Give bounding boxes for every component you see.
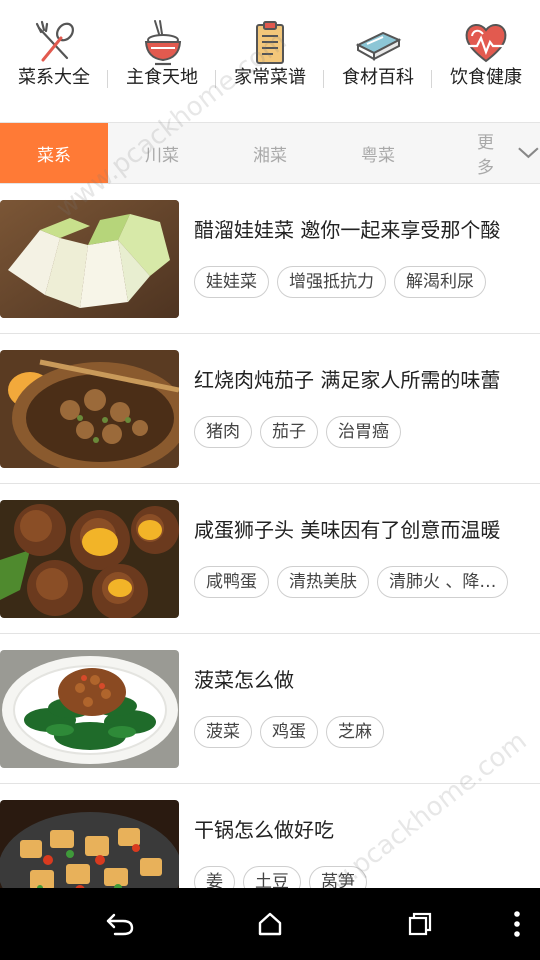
nav-recents-button[interactable] xyxy=(400,906,440,942)
overflow-menu-icon xyxy=(514,911,520,937)
recipe-title: 醋溜娃娃菜 邀你一起来享受那个酸 xyxy=(194,218,501,242)
recipe-title: 红烧肉炖茄子 满足家人所需的味蕾 xyxy=(194,368,501,392)
recipe-item[interactable]: 红烧肉炖茄子 满足家人所需的味蕾 猪肉 茄子 治胃癌 xyxy=(0,334,540,484)
fork-spoon-icon xyxy=(35,20,74,62)
recipe-thumbnail xyxy=(0,500,179,618)
recipe-tag[interactable]: 芝麻 xyxy=(326,716,384,748)
recipe-tag[interactable]: 娃娃菜 xyxy=(194,266,269,298)
recipe-tag[interactable]: 增强抵抗力 xyxy=(277,266,386,298)
book-icon xyxy=(355,31,402,61)
recipe-tag[interactable]: 治胃癌 xyxy=(326,416,401,448)
recipe-item[interactable]: 咸蛋狮子头 美味因有了创意而温暖 咸鸭蛋 清热美肤 清肺火 、降… xyxy=(0,484,540,634)
system-nav-bar xyxy=(0,888,540,960)
tab-hunan[interactable]: 湘菜 xyxy=(216,123,324,183)
category-label: 饮食健康 xyxy=(450,67,522,88)
recipe-tag[interactable]: 猪肉 xyxy=(194,416,252,448)
category-label: 食材百科 xyxy=(342,67,414,88)
recipe-tag[interactable]: 解渴利尿 xyxy=(394,266,486,298)
category-home-recipes[interactable]: 家常菜谱 xyxy=(216,0,324,122)
recipe-tag[interactable]: 鸡蛋 xyxy=(260,716,318,748)
recipe-list: 醋溜娃娃菜 邀你一起来享受那个酸 娃娃菜 增强抵抗力 解渴利尿 红烧肉炖茄子 满… xyxy=(0,184,540,934)
tab-cantonese[interactable]: 粤菜 xyxy=(324,123,432,183)
tab-cuisine[interactable]: 菜系 xyxy=(0,123,108,183)
recipe-tags: 猪肉 茄子 治胃癌 xyxy=(194,416,526,448)
recipe-thumbnail xyxy=(0,350,179,468)
tab-more[interactable]: 更多 xyxy=(432,123,540,183)
recipe-tag[interactable]: 咸鸭蛋 xyxy=(194,566,269,598)
recipe-thumbnail xyxy=(0,200,179,318)
nav-home-button[interactable] xyxy=(250,906,290,942)
recipe-tag[interactable]: 清肺火 、降… xyxy=(377,566,509,598)
tab-sichuan[interactable]: 川菜 xyxy=(108,123,216,183)
recipe-thumbnail xyxy=(0,650,179,768)
chevron-down-icon xyxy=(518,147,539,159)
recipe-tag[interactable]: 菠菜 xyxy=(194,716,252,748)
category-label: 菜系大全 xyxy=(18,67,90,88)
category-label: 主食天地 xyxy=(126,67,198,88)
category-staple[interactable]: 主食天地 xyxy=(108,0,216,122)
back-icon xyxy=(106,913,134,936)
recipe-tags: 咸鸭蛋 清热美肤 清肺火 、降… xyxy=(194,566,526,598)
category-label: 家常菜谱 xyxy=(234,67,306,88)
nav-menu-button[interactable] xyxy=(497,906,537,942)
recipe-tag[interactable]: 茄子 xyxy=(260,416,318,448)
recipe-title: 咸蛋狮子头 美味因有了创意而温暖 xyxy=(194,518,501,542)
heart-pulse-icon xyxy=(465,24,507,63)
recipe-title: 干锅怎么做好吃 xyxy=(194,818,334,842)
recipe-tags: 娃娃菜 增强抵抗力 解渴利尿 xyxy=(194,266,526,298)
category-health[interactable]: 饮食健康 xyxy=(432,0,540,122)
home-icon xyxy=(258,912,282,936)
recipe-tag[interactable]: 清热美肤 xyxy=(277,566,369,598)
recipe-item[interactable]: 醋溜娃娃菜 邀你一起来享受那个酸 娃娃菜 增强抵抗力 解渴利尿 xyxy=(0,184,540,334)
recipe-title: 菠菜怎么做 xyxy=(194,668,294,692)
recipe-clipboard-icon xyxy=(256,21,284,64)
tab-more-label: 更多 xyxy=(477,133,494,178)
rice-bowl-icon xyxy=(144,20,182,66)
recents-icon xyxy=(408,912,432,936)
category-bar: 菜系大全 主食天地 家常菜谱 食材百科 饮食健康 xyxy=(0,0,540,122)
category-cuisine[interactable]: 菜系大全 xyxy=(0,0,108,122)
recipe-tags: 菠菜 鸡蛋 芝麻 xyxy=(194,716,526,748)
recipe-item[interactable]: 菠菜怎么做 菠菜 鸡蛋 芝麻 xyxy=(0,634,540,784)
category-ingredients[interactable]: 食材百科 xyxy=(324,0,432,122)
nav-back-button[interactable] xyxy=(100,906,140,942)
cuisine-tab-bar: 菜系 川菜 湘菜 粤菜 更多 xyxy=(0,122,540,184)
